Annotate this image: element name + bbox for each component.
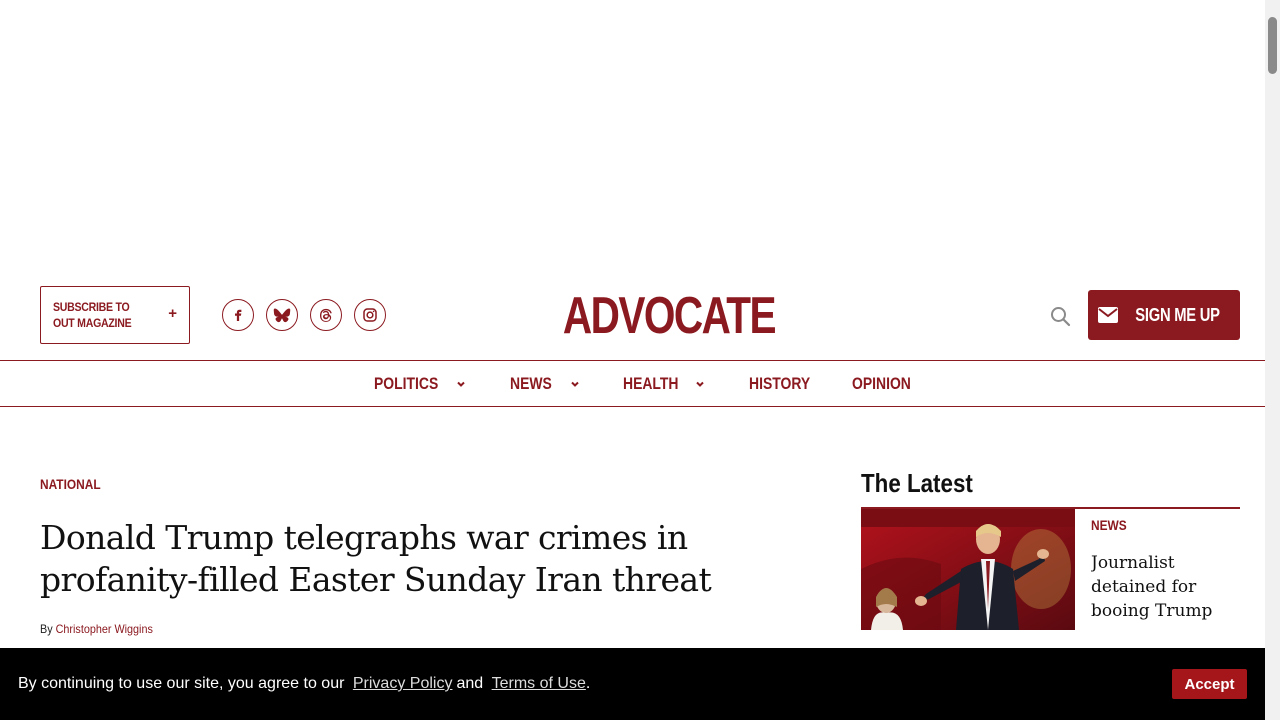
plus-icon: + — [168, 305, 177, 322]
facebook-link[interactable] — [222, 299, 254, 331]
chevron-down-icon[interactable] — [569, 378, 581, 390]
sign-me-up-label: SIGN ME UP — [1135, 304, 1221, 325]
cookie-and: and — [456, 675, 484, 692]
scrollbar-thumb[interactable] — [1268, 17, 1277, 74]
sign-me-up-button[interactable]: SIGN ME UP — [1088, 290, 1240, 340]
latest-item-headline[interactable]: Journalist detained for booing Trump a..… — [1091, 551, 1240, 623]
cookie-period: . — [585, 675, 591, 692]
nav-item-politics[interactable]: POLITICS — [374, 361, 452, 407]
nav-item-history[interactable]: HISTORY — [749, 361, 824, 407]
site-logo[interactable]: ADVOCATE — [563, 287, 777, 345]
instagram-icon — [363, 308, 377, 322]
article-headline: Donald Trump telegraphs war crimes in pr… — [40, 518, 712, 599]
accept-button[interactable]: Accept — [1172, 669, 1247, 699]
site-header: SUBSCRIBE TO OUT MAGAZINE + ADVOCATE SIG… — [0, 270, 1265, 361]
nav-item-opinion[interactable]: OPINION — [852, 361, 924, 407]
threads-link[interactable] — [310, 299, 342, 331]
cookie-text: By continuing to use our site, you agree… — [18, 675, 345, 692]
nav-item-news[interactable]: NEWS — [510, 361, 561, 407]
latest-item-category[interactable]: NEWS — [1091, 517, 1127, 533]
scrollbar[interactable] — [1265, 0, 1280, 720]
main-nav: POLITICS NEWS HEALTH HISTORY OPINION — [0, 361, 1265, 407]
nav-label: POLITICS — [374, 374, 439, 393]
instagram-link[interactable] — [354, 299, 386, 331]
facebook-icon — [235, 309, 242, 321]
chevron-down-icon[interactable] — [694, 378, 706, 390]
chevron-down-icon[interactable] — [455, 378, 467, 390]
byline: By Christopher Wiggins — [40, 622, 153, 636]
subscribe-button[interactable]: SUBSCRIBE TO OUT MAGAZINE + — [40, 286, 190, 344]
latest-item-image[interactable] — [861, 509, 1075, 630]
nav-label: NEWS — [510, 374, 552, 393]
cookie-message: By continuing to use our site, you agree… — [18, 675, 590, 693]
nav-label: HISTORY — [749, 374, 811, 393]
cookie-banner: By continuing to use our site, you agree… — [0, 648, 1265, 720]
nav-item-health[interactable]: HEALTH — [623, 361, 691, 407]
envelope-icon — [1098, 307, 1119, 323]
nav-label: HEALTH — [623, 374, 679, 393]
privacy-policy-link[interactable]: Privacy Policy — [353, 675, 453, 692]
bluesky-link[interactable] — [266, 299, 298, 331]
byline-prefix: By — [40, 622, 53, 636]
logo-text: ADVOCATE — [562, 287, 777, 345]
threads-icon — [320, 308, 332, 322]
search-icon[interactable] — [1048, 304, 1072, 328]
nav-label: OPINION — [852, 374, 911, 393]
subscribe-label: SUBSCRIBE TO OUT MAGAZINE — [53, 300, 132, 330]
author-link[interactable]: Christopher Wiggins — [56, 622, 153, 636]
article-kicker[interactable]: NATIONAL — [40, 476, 101, 492]
ad-space — [0, 0, 1265, 270]
terms-of-use-link[interactable]: Terms of Use — [492, 675, 586, 692]
bluesky-icon — [273, 308, 291, 323]
latest-title: The Latest — [861, 468, 973, 498]
